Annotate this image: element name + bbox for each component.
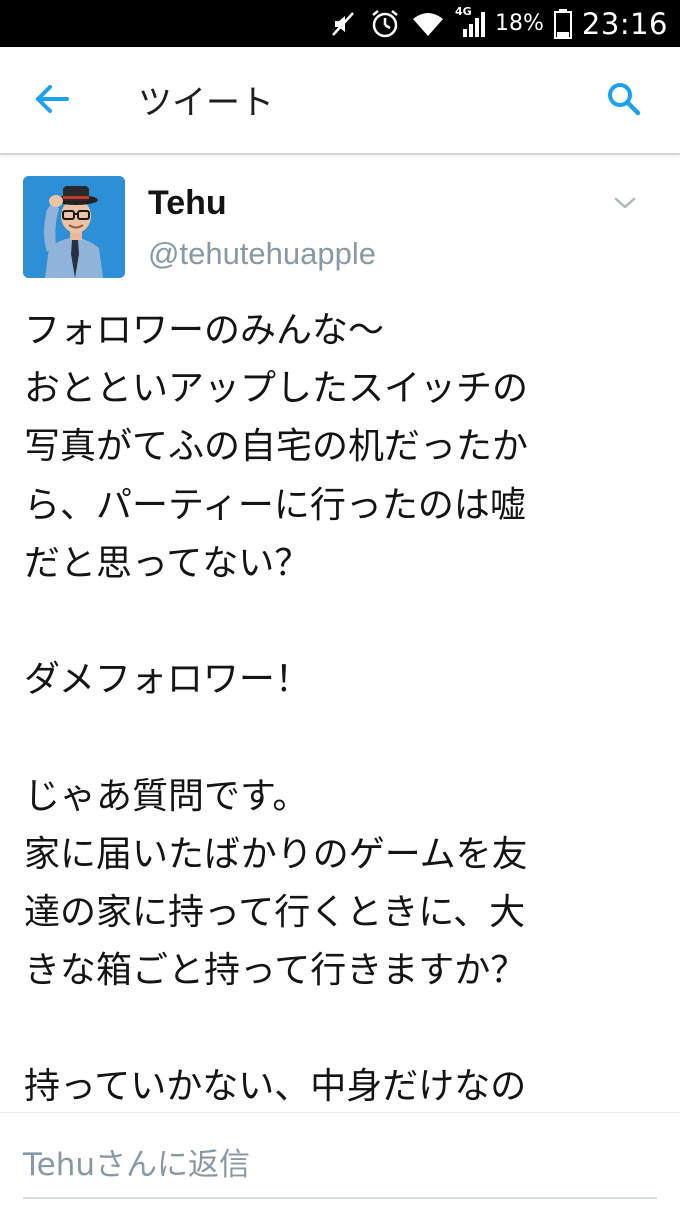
search-icon: [606, 81, 642, 121]
signal-icon: 4G: [455, 5, 486, 39]
wifi-icon: [411, 10, 445, 38]
status-bar: 4G 18% 23:16: [0, 0, 680, 47]
avatar[interactable]: [23, 176, 125, 278]
battery-percent: 18%: [495, 11, 544, 36]
chevron-down-icon: [613, 195, 637, 214]
alarm-icon: [369, 8, 401, 40]
tweet-text-line: 写真がてふの自宅の机だったか: [24, 426, 529, 468]
tweet-text-line: [24, 709, 664, 767]
tweet-text-line: [24, 1000, 664, 1058]
tweet-text-line: だと思ってない？: [24, 542, 311, 584]
clock: 23:16: [581, 6, 668, 41]
status-indicators: 4G 18% 23:16: [329, 0, 668, 47]
tweet-text-line: 持っていかない、中身だけなの: [24, 1066, 527, 1108]
mute-icon: [329, 9, 359, 39]
page-title: ツイート: [138, 83, 274, 123]
back-button[interactable]: [30, 81, 74, 121]
tweet-text-line: おとといアップしたスイッチの: [24, 368, 529, 410]
reply-bar: Tehuさんに返信: [0, 1112, 680, 1210]
network-type-label: 4G: [455, 4, 472, 18]
arrow-left-icon: [34, 84, 70, 118]
reply-input[interactable]: Tehuさんに返信: [23, 1139, 657, 1199]
tweet-text-line: フォロワーのみんな〜: [24, 310, 385, 351]
tweet-text-line: じゃあ質問です。: [24, 775, 309, 817]
tweet-text-line: きな箱ごと持って行きますか？: [24, 950, 527, 992]
tweet-options-button[interactable]: [608, 192, 642, 216]
tweet-text-line: [24, 593, 664, 651]
tweet-text-line: ら、パーティーに行ったのは嘘: [24, 484, 526, 526]
author-display-name[interactable]: Tehu: [148, 184, 227, 223]
tweet-text-line: 達の家に持って行くときに、大: [24, 891, 526, 933]
app-header: ツイート: [0, 47, 680, 155]
tweet-text-line: 家に届いたばかりのゲームを友: [24, 833, 528, 875]
battery-icon: [553, 8, 572, 39]
tweet-text: フォロワーのみんな〜 おとといアップしたスイッチの 写真がてふの自宅の机だったか…: [24, 302, 664, 1117]
author-screen-name[interactable]: @tehutehuapple: [148, 236, 376, 272]
tweet-text-line: ダメフォロワー！: [24, 659, 311, 701]
search-button[interactable]: [602, 79, 646, 123]
